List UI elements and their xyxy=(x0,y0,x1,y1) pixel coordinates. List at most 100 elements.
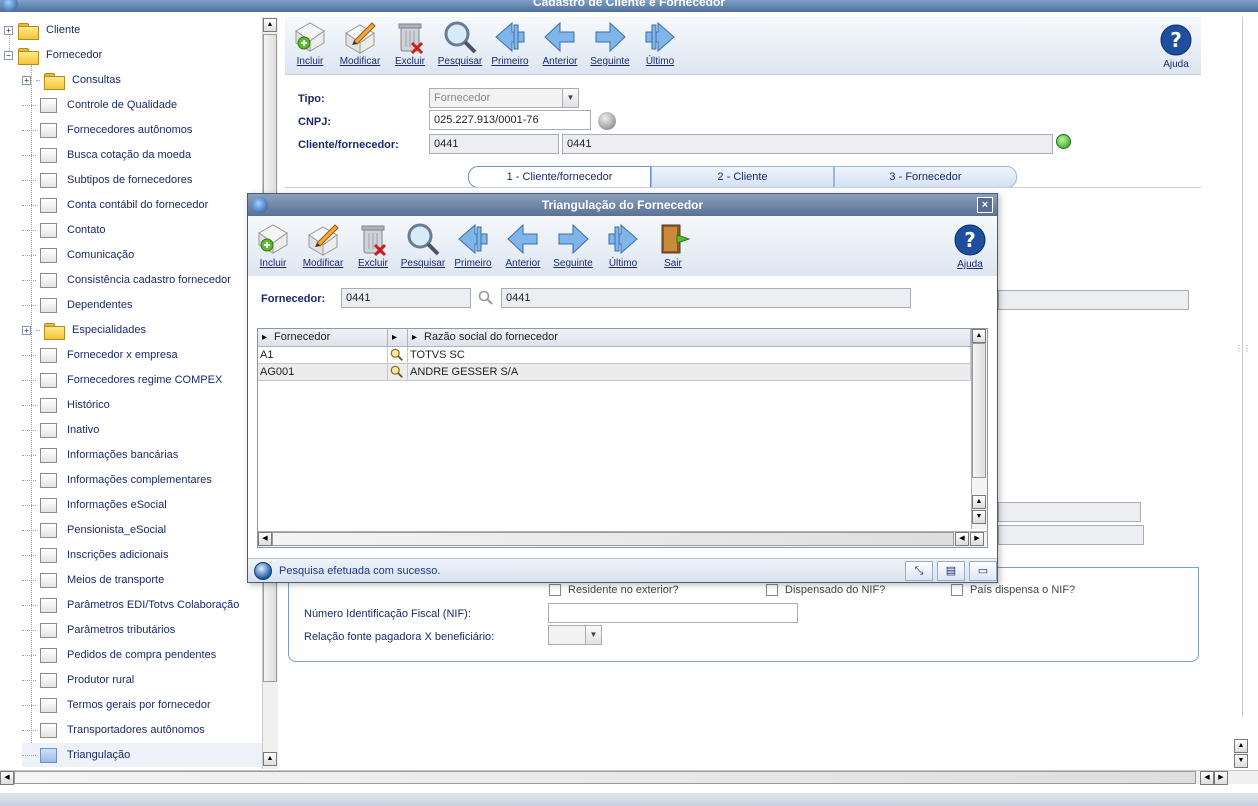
tree-node[interactable]: Fornecedores regime COMPEX xyxy=(22,368,262,392)
scroll-up-arrow-icon[interactable]: ▲ xyxy=(972,329,986,343)
tab-cliente[interactable]: 2 - Cliente xyxy=(651,166,834,188)
column-header-razao-social[interactable]: Razão social do fornecedor xyxy=(408,329,971,347)
tree-node[interactable]: Dependentes xyxy=(22,293,262,317)
tree-node[interactable]: Pedidos de compra pendentes xyxy=(22,643,262,667)
cliente-fornecedor-code-field[interactable]: 0441 xyxy=(429,134,559,154)
tree-node[interactable]: Meios de transporte xyxy=(22,568,262,592)
seguinte-button[interactable]: Seguinte xyxy=(585,19,635,67)
expand-icon[interactable]: + xyxy=(22,75,31,85)
collapse-icon[interactable]: − xyxy=(4,50,13,60)
pesquisar-button[interactable]: Pesquisar xyxy=(435,19,485,67)
dialog-title-bar[interactable]: Triangulação do Fornecedor × xyxy=(248,194,997,216)
grid-hscrollbar[interactable]: ◀ ◀ ▶ xyxy=(258,531,987,547)
chevron-down-icon[interactable]: ▼ xyxy=(562,89,578,107)
row-search-cell[interactable] xyxy=(388,347,408,364)
scroll-down-arrow-icon[interactable]: ▼ xyxy=(972,510,986,524)
tree-node[interactable]: Subtipos de fornecedores xyxy=(22,168,262,192)
tree-node[interactable]: Consistência cadastro fornecedor xyxy=(22,268,262,292)
tree-node[interactable]: Triangulação xyxy=(22,743,262,767)
search-icon[interactable] xyxy=(390,365,404,379)
main-scrollbar[interactable]: ⋮⋮ ▲ ▼ xyxy=(1234,17,1251,769)
tipo-select[interactable]: Fornecedor ▼ xyxy=(429,88,579,108)
cliente-fornecedor-name-field[interactable]: 0441 xyxy=(562,134,1053,154)
tree-node-fornecedor[interactable]: − Fornecedor xyxy=(4,43,102,67)
tree-node[interactable]: Parâmetros EDI/Totvs Colaboração xyxy=(22,593,262,617)
window-hscrollbar[interactable]: ◀ ◀ ▶ xyxy=(0,770,1258,785)
dialog-help-button[interactable]: ? Ajuda xyxy=(945,222,995,270)
scroll-up-arrow-icon[interactable]: ▲ xyxy=(972,495,986,509)
tree-node[interactable]: Informações bancárias xyxy=(22,443,262,467)
scroll-down-arrow-icon[interactable]: ▲ xyxy=(263,752,277,766)
tree-node[interactable]: Conta contábil do fornecedor xyxy=(22,193,262,217)
modificar-button[interactable]: Modificar xyxy=(335,19,385,67)
tree-node[interactable]: Pensionista_eSocial xyxy=(22,518,262,542)
tree-node[interactable]: Informações eSocial xyxy=(22,493,262,517)
chevron-down-icon[interactable]: ▼ xyxy=(585,626,601,644)
scroll-thumb[interactable] xyxy=(272,532,954,546)
help-button[interactable]: ? Ajuda xyxy=(1151,22,1201,70)
column-header-fornecedor[interactable]: Fornecedor xyxy=(258,329,388,347)
table-row[interactable]: AG001 ANDRE GESSER S/A xyxy=(258,364,971,381)
incluir-button[interactable]: Incluir xyxy=(285,19,335,67)
scroll-left-arrow-icon[interactable]: ◀ xyxy=(955,532,969,546)
scroll-thumb[interactable] xyxy=(14,771,1196,784)
dialog-anterior-button[interactable]: Anterior xyxy=(498,221,548,269)
scroll-left-arrow-icon[interactable]: ◀ xyxy=(1200,771,1214,785)
tree-node[interactable]: + Especialidades xyxy=(22,318,262,342)
scroll-right-arrow-icon[interactable]: ▶ xyxy=(970,532,984,546)
tree-node[interactable]: Fornecedores autônomos xyxy=(22,118,262,142)
fornecedor-name-field[interactable]: 0441 xyxy=(501,288,911,308)
dialog-seguinte-button[interactable]: Seguinte xyxy=(548,221,598,269)
tab-fornecedor[interactable]: 3 - Fornecedor xyxy=(834,166,1017,188)
tree-node[interactable]: Histórico xyxy=(22,393,262,417)
table-row[interactable]: A1 TOTVS SC xyxy=(258,347,971,364)
pais-dispensa-checkbox[interactable] xyxy=(951,584,963,596)
dialog-excluir-button[interactable]: Excluir xyxy=(348,221,398,269)
close-icon[interactable]: × xyxy=(977,197,993,213)
scroll-up-arrow-icon[interactable]: ▲ xyxy=(263,18,277,32)
scroll-up-arrow-icon[interactable]: ▲ xyxy=(1234,739,1248,753)
resize-icon[interactable]: ⤡ xyxy=(905,561,933,581)
grid-scrollbar[interactable]: ▲ ▲ ▼ xyxy=(971,329,987,529)
dialog-ultimo-button[interactable]: Último xyxy=(598,221,648,269)
tree-node[interactable]: Inativo xyxy=(22,418,262,442)
tree-node[interactable]: + Consultas xyxy=(22,68,262,92)
tree-node[interactable]: Produtor rural xyxy=(22,668,262,692)
excluir-button[interactable]: Excluir xyxy=(385,19,435,67)
search-icon[interactable] xyxy=(478,290,494,306)
cell-fornecedor[interactable]: AG001 xyxy=(258,364,388,381)
dialog-incluir-button[interactable]: Incluir xyxy=(248,221,298,269)
scroll-left-arrow-icon[interactable]: ◀ xyxy=(0,771,14,785)
fornecedor-code-field[interactable]: 0441 xyxy=(341,288,471,308)
tree-node[interactable]: Termos gerais por fornecedor xyxy=(22,693,262,717)
anterior-button[interactable]: Anterior xyxy=(535,19,585,67)
relacao-select[interactable]: ▼ xyxy=(548,625,602,645)
cell-fornecedor[interactable]: A1 xyxy=(258,347,388,364)
nif-field[interactable] xyxy=(548,603,798,623)
tree-node[interactable]: Controle de Qualidade xyxy=(22,93,262,117)
cell-razao-social[interactable]: ANDRE GESSER S/A xyxy=(408,364,971,381)
tree-node[interactable]: Parâmetros tributários xyxy=(22,618,262,642)
scroll-left-arrow-icon[interactable]: ◀ xyxy=(258,532,272,546)
tree-node[interactable]: Contato xyxy=(22,218,262,242)
dialog-modificar-button[interactable]: Modificar xyxy=(298,221,348,269)
dialog-primeiro-button[interactable]: Primeiro xyxy=(448,221,498,269)
residente-checkbox[interactable] xyxy=(549,584,561,596)
tree-node-cliente[interactable]: + Cliente xyxy=(4,18,80,42)
expand-icon[interactable]: + xyxy=(22,325,31,335)
scroll-thumb[interactable] xyxy=(972,343,986,478)
tree-node[interactable]: Fornecedor x empresa xyxy=(22,343,262,367)
cnpj-field[interactable]: 025.227.913/0001-76 xyxy=(429,110,591,130)
tree-node[interactable]: Informações complementares xyxy=(22,468,262,492)
dialog-sair-button[interactable]: Sair xyxy=(648,221,698,269)
dispensado-checkbox[interactable] xyxy=(766,584,778,596)
tree-node[interactable]: Busca cotação da moeda xyxy=(22,143,262,167)
tree-node[interactable]: Inscrições adicionais xyxy=(22,543,262,567)
print-icon[interactable]: ▤ xyxy=(937,561,965,581)
scroll-down-arrow-icon[interactable]: ▼ xyxy=(1234,754,1248,768)
primeiro-button[interactable]: Primeiro xyxy=(485,19,535,67)
tree-node[interactable]: Transportadores autônomos xyxy=(22,718,262,742)
tab-cliente-fornecedor[interactable]: 1 - Cliente/fornecedor xyxy=(468,166,651,188)
cell-razao-social[interactable]: TOTVS SC xyxy=(408,347,971,364)
chat-icon[interactable]: ▭ xyxy=(969,561,997,581)
